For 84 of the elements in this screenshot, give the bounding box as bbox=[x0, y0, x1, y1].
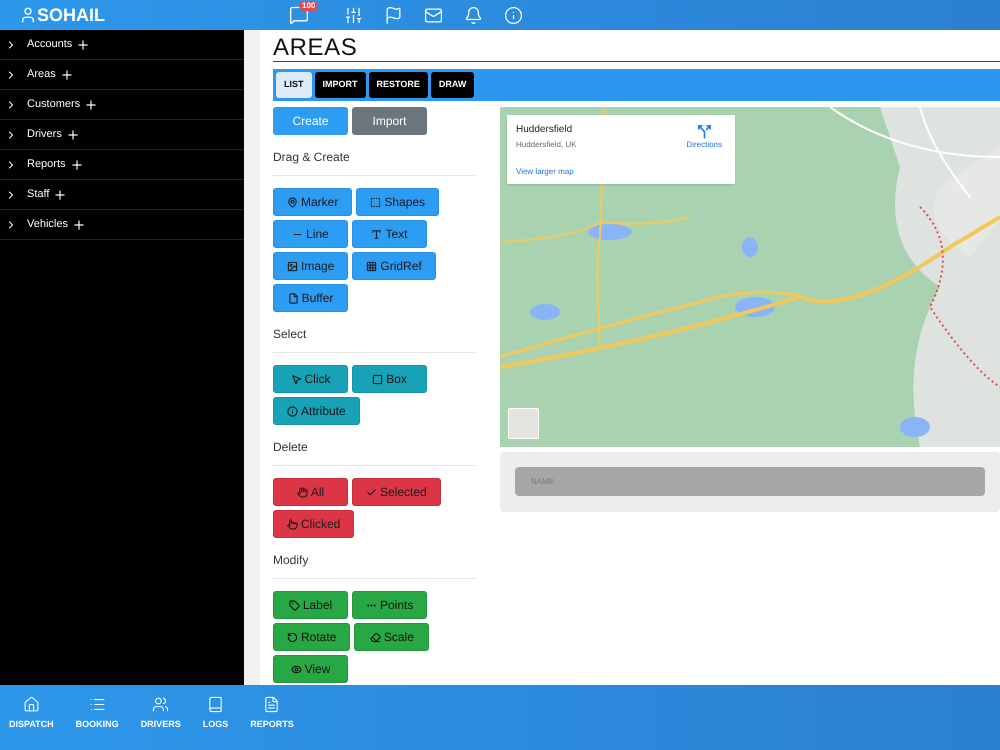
tool-button[interactable]: Attribute bbox=[273, 397, 360, 425]
tag-icon bbox=[288, 600, 300, 610]
section-title: Drag & Create bbox=[273, 148, 476, 176]
shape-select-icon bbox=[370, 196, 382, 208]
messages-button[interactable]: 100 bbox=[289, 0, 323, 30]
tool-button[interactable]: GridRef bbox=[352, 252, 436, 280]
tool-button[interactable]: Text bbox=[352, 220, 427, 248]
tool-button[interactable]: Buffer bbox=[273, 284, 348, 312]
document-icon bbox=[263, 696, 280, 713]
sidebar-label: Customers bbox=[27, 97, 80, 112]
plus-icon bbox=[53, 188, 68, 202]
place-subtitle: Huddersfield, UK bbox=[516, 139, 576, 151]
nav-button[interactable]: DRIVERS bbox=[140, 696, 181, 732]
section-title: Select bbox=[273, 325, 476, 353]
map[interactable]: Huddersfield Huddersfield, UK View larger map Directions bbox=[500, 107, 1000, 447]
nav-button[interactable]: DISPATCH bbox=[9, 696, 54, 732]
info-icon bbox=[287, 406, 298, 416]
sidebar-label: Accounts bbox=[27, 37, 72, 52]
view-larger-map-link[interactable]: View larger map bbox=[516, 166, 574, 178]
sidebar-label: Reports bbox=[27, 157, 66, 172]
pin-icon bbox=[287, 196, 298, 208]
bell-icon[interactable] bbox=[464, 6, 483, 24]
image-icon bbox=[287, 260, 298, 272]
cursor-icon bbox=[290, 374, 302, 384]
tool-button[interactable]: Points bbox=[352, 591, 428, 619]
sidebar-label: Drivers bbox=[27, 127, 62, 142]
tool-button[interactable]: Scale bbox=[354, 623, 430, 651]
tool-button[interactable]: Rotate bbox=[273, 623, 350, 651]
place-title: Huddersfield bbox=[516, 123, 572, 137]
sidebar-label: Areas bbox=[27, 67, 56, 82]
plus-icon bbox=[84, 98, 98, 112]
info-icon[interactable] bbox=[504, 6, 523, 24]
tool-button[interactable]: Line bbox=[273, 220, 348, 248]
check-icon bbox=[366, 486, 377, 498]
hand-icon bbox=[296, 486, 308, 498]
plus-icon bbox=[60, 68, 74, 82]
sidebar-label: Staff bbox=[27, 187, 50, 202]
eraser-icon bbox=[370, 632, 381, 642]
message-count: 100 bbox=[299, 1, 318, 11]
tool-button[interactable]: View bbox=[273, 655, 348, 683]
square-icon bbox=[372, 374, 384, 384]
tool-button[interactable]: Marker bbox=[273, 188, 352, 216]
tool-button[interactable]: Box bbox=[352, 365, 427, 393]
sliders-icon[interactable] bbox=[344, 6, 363, 24]
users-icon bbox=[152, 696, 170, 713]
tool-button[interactable]: Image bbox=[273, 252, 348, 280]
user-icon bbox=[19, 6, 37, 24]
home-icon bbox=[22, 696, 40, 713]
tool-button[interactable]: All bbox=[273, 478, 348, 506]
tool-button[interactable]: Clicked bbox=[273, 510, 354, 538]
plus-icon bbox=[76, 38, 90, 52]
file-icon bbox=[288, 292, 299, 304]
tool-button[interactable]: Shapes bbox=[356, 188, 440, 216]
flag-icon[interactable] bbox=[384, 6, 403, 24]
sidebar-label: Vehicles bbox=[27, 217, 68, 232]
mail-icon[interactable] bbox=[424, 6, 443, 24]
eye-icon bbox=[290, 664, 302, 674]
pointer-hand-icon bbox=[287, 518, 298, 530]
tab[interactable]: DRAW bbox=[430, 72, 474, 98]
section-title: Delete bbox=[273, 438, 476, 466]
tool-button[interactable]: Label bbox=[273, 591, 348, 619]
directions-link[interactable]: Directions bbox=[686, 124, 722, 151]
plus-icon bbox=[72, 218, 86, 232]
plus-icon bbox=[66, 128, 80, 142]
tool-button[interactable]: Click bbox=[273, 365, 348, 393]
book-icon bbox=[206, 696, 224, 713]
plus-icon bbox=[70, 158, 84, 172]
user-name: SOHAIL bbox=[37, 6, 106, 24]
page-title: AREAS bbox=[273, 36, 1000, 62]
sidebar-item[interactable]: Accounts bbox=[0, 30, 244, 60]
nav-button[interactable]: REPORTS bbox=[250, 696, 294, 732]
tab[interactable]: IMPORT bbox=[314, 72, 366, 98]
nav-button[interactable]: LOGS bbox=[202, 696, 228, 732]
action-button[interactable]: Import bbox=[352, 107, 427, 135]
list-icon bbox=[88, 696, 106, 713]
section-title: Modify bbox=[273, 551, 476, 579]
tab[interactable]: RESTORE bbox=[368, 72, 428, 98]
nav-button[interactable]: BOOKING bbox=[76, 696, 119, 732]
directions-icon bbox=[696, 124, 712, 139]
tool-button[interactable]: Selected bbox=[352, 478, 441, 506]
rotate-icon bbox=[287, 632, 298, 642]
grid-icon bbox=[366, 260, 378, 272]
tab[interactable]: LIST bbox=[276, 72, 312, 98]
text-icon bbox=[371, 228, 382, 240]
